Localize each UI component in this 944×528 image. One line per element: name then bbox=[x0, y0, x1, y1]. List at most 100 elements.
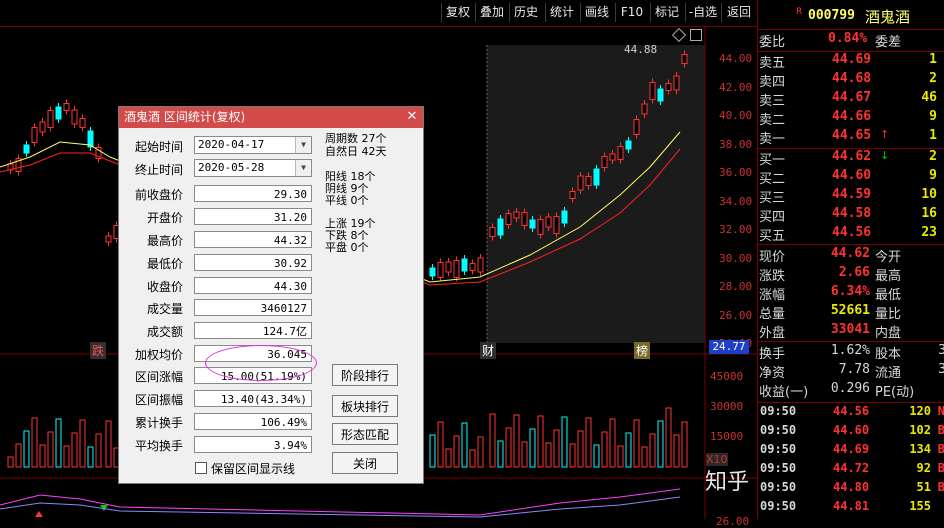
range-statistics-dialog: 酒鬼酒 区间统计(复权) ✕ 起始时间 2020-04-17 ▼ 终止时间 20… bbox=[118, 106, 424, 484]
close-icon[interactable]: ✕ bbox=[404, 109, 420, 125]
chart-toolbar: 复权 叠加 历史 统计 画线 F10 标记 -自选 返回 bbox=[0, 0, 757, 27]
stock-name[interactable]: 酒鬼酒 bbox=[865, 6, 910, 27]
candle bbox=[601, 156, 608, 168]
tick-row: 09:50 44.69 134 B bbox=[758, 442, 944, 461]
candle bbox=[529, 219, 536, 229]
divider bbox=[758, 341, 944, 342]
divider bbox=[758, 29, 944, 30]
price-axis-label: 34.00 bbox=[719, 194, 753, 208]
toolbar-back-button[interactable]: 返回 bbox=[721, 3, 756, 22]
tick-price: 44.69 bbox=[833, 442, 870, 456]
quote-stat2-row: 净资 7.78 流通 3 bbox=[758, 362, 944, 381]
stat-label-2: 内盘 bbox=[875, 326, 902, 341]
candle bbox=[569, 191, 576, 199]
volume-bar bbox=[437, 421, 444, 468]
volume-axis-label-3: 15000 bbox=[710, 430, 744, 443]
stat-flat-lines: 平线 0个 bbox=[325, 194, 369, 207]
toolbar-statistics-button[interactable]: 统计 bbox=[545, 3, 578, 22]
sector-rank-button[interactable]: 板块排行 bbox=[332, 395, 398, 417]
sell-order-price: 44.67 bbox=[832, 90, 872, 105]
stat-label: 总量 bbox=[759, 307, 786, 322]
candle bbox=[657, 88, 664, 102]
volume-bar bbox=[649, 433, 656, 468]
buy-order-price: 44.62 bbox=[832, 149, 872, 164]
volume-bar bbox=[79, 419, 86, 468]
volume-bar bbox=[95, 433, 102, 468]
candle bbox=[429, 267, 436, 277]
buy-order-row[interactable]: 买四 44.58 16 bbox=[758, 206, 944, 225]
end-date-picker[interactable]: 2020-05-28 ▼ bbox=[194, 159, 312, 177]
sell-order-row[interactable]: 卖五 44.69 1 bbox=[758, 52, 944, 71]
candle bbox=[649, 82, 656, 100]
candle bbox=[577, 175, 584, 191]
stat-natural-days: 自然日 42天 bbox=[325, 145, 387, 158]
volume-bar bbox=[561, 416, 568, 468]
tick-price: 44.81 bbox=[833, 499, 870, 513]
candle bbox=[625, 140, 632, 150]
buy-order-row[interactable]: 买二 44.60 9 bbox=[758, 168, 944, 187]
stat-label-2: 最低 bbox=[875, 288, 902, 303]
marker-fall[interactable]: 跌 bbox=[90, 342, 107, 359]
toolbar-mark-button[interactable]: 标记 bbox=[650, 3, 683, 22]
stat-label: 外盘 bbox=[759, 326, 786, 341]
quote-stat-row: 总量 52661 量比 bbox=[758, 303, 944, 322]
volume-bar bbox=[553, 429, 560, 468]
selected-range-highlight bbox=[487, 45, 705, 343]
stat-label-2: 股本 bbox=[875, 347, 902, 362]
close-button[interactable]: 关闭 bbox=[332, 452, 398, 474]
sell-order-price: 44.65 bbox=[832, 128, 872, 143]
candle bbox=[445, 261, 452, 273]
candle bbox=[79, 118, 86, 128]
volume-bar bbox=[477, 436, 484, 468]
stage-rank-button[interactable]: 阶段排行 bbox=[332, 364, 398, 386]
buy-order-row[interactable]: 买五 44.56 23 bbox=[758, 225, 944, 244]
sell-order-label: 卖二 bbox=[759, 113, 786, 128]
toolbar-draw-line-button[interactable]: 画线 bbox=[580, 3, 613, 22]
chevron-down-icon[interactable]: ▼ bbox=[295, 160, 311, 176]
candle bbox=[505, 213, 512, 225]
sell-order-row[interactable]: 卖二 44.66 9 bbox=[758, 109, 944, 128]
start-date-picker[interactable]: 2020-04-17 ▼ bbox=[194, 136, 312, 154]
toolbar-add-watchlist-button[interactable]: -自选 bbox=[685, 3, 720, 22]
volume-bar bbox=[625, 432, 632, 468]
volume-bar bbox=[673, 434, 680, 468]
price-axis-label: 28.00 bbox=[719, 280, 753, 293]
volume-bar bbox=[47, 431, 54, 468]
toolbar-restore-rights-button[interactable]: 复权 bbox=[441, 3, 474, 22]
price-axis-label: 40.00 bbox=[719, 109, 753, 122]
sell-order-label: 卖四 bbox=[759, 75, 786, 90]
field-label: 最高价 bbox=[146, 234, 183, 248]
marker-ranking[interactable]: 榜 bbox=[634, 342, 651, 359]
sell-order-row[interactable]: 卖一 44.65 1 ↑ bbox=[758, 128, 944, 147]
arrow-up-icon: ↑ bbox=[880, 128, 890, 141]
candle bbox=[553, 216, 560, 234]
buy-order-volume: 16 bbox=[921, 206, 937, 221]
candle bbox=[461, 258, 468, 272]
pattern-match-button[interactable]: 形态匹配 bbox=[332, 423, 398, 445]
candle bbox=[521, 212, 528, 226]
dialog-title-bar[interactable]: 酒鬼酒 区间统计(复权) bbox=[119, 107, 423, 128]
toolbar-history-button[interactable]: 历史 bbox=[509, 3, 542, 22]
volume-bar bbox=[39, 444, 46, 468]
buy-order-row[interactable]: 买三 44.59 10 bbox=[758, 187, 944, 206]
buy-order-row[interactable]: 买一 44.62 2 ↓ bbox=[758, 149, 944, 168]
toolbar-overlay-button[interactable]: 叠加 bbox=[475, 3, 508, 22]
price-axis-label: 26.00 bbox=[719, 308, 753, 322]
tick-row: 09:50 44.56 120 N bbox=[758, 404, 944, 423]
marker-finance[interactable]: 财 bbox=[480, 342, 497, 359]
field-label: 前收盘价 bbox=[134, 188, 183, 202]
quote-stat2-row: 换手 1.62% 股本 3 bbox=[758, 343, 944, 362]
stat-period-days: 周期数 27个 bbox=[325, 132, 387, 145]
quote-panel: R 000799 酒鬼酒 委比 0.84% 委差 卖五 44.69 1 卖四 44.68… bbox=[757, 0, 944, 519]
candle bbox=[641, 103, 648, 115]
sell-order-volume: 46 bbox=[921, 90, 937, 105]
buy-order-volume: 2 bbox=[929, 149, 937, 164]
sell-order-row[interactable]: 卖三 44.67 46 bbox=[758, 90, 944, 109]
field-label: 平均换手 bbox=[134, 439, 183, 453]
toolbar-f10-button[interactable]: F10 bbox=[615, 3, 648, 22]
chevron-down-icon[interactable]: ▼ bbox=[295, 137, 311, 153]
keep-range-line-checkbox[interactable] bbox=[195, 462, 207, 474]
sell-order-row[interactable]: 卖四 44.68 2 bbox=[758, 71, 944, 90]
panel-toggle-icon[interactable] bbox=[690, 29, 702, 41]
stock-code[interactable]: 000799 bbox=[808, 8, 855, 23]
